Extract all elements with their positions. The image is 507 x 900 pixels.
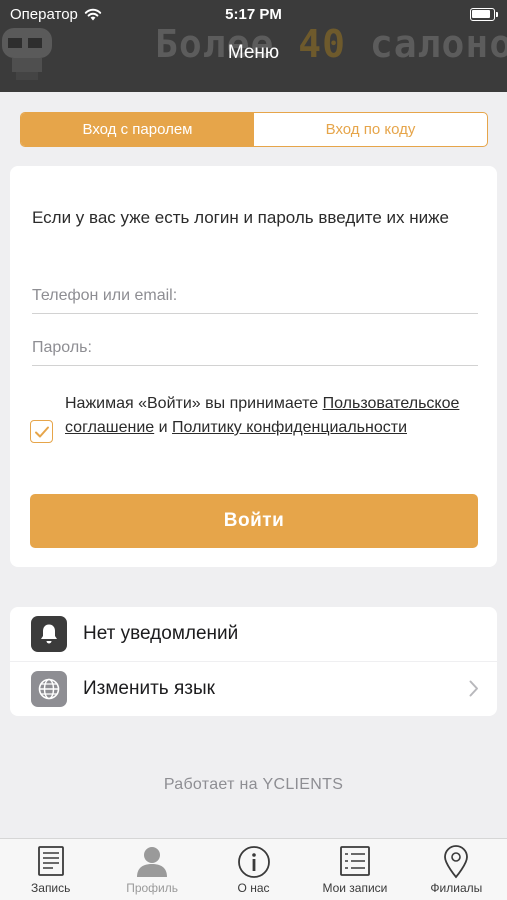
login-button[interactable]: Войти (30, 494, 478, 548)
status-bar: Оператор 5:17 PM (0, 0, 507, 28)
notifications-label: Нет уведомлений (83, 623, 239, 644)
list-icon (340, 846, 370, 876)
privacy-policy-link[interactable]: Политику конфиденциальности (172, 419, 407, 436)
login-method-tabs: Вход с паролем Вход по коду (20, 112, 488, 147)
agreement-checkbox[interactable] (30, 420, 53, 443)
tab-about[interactable]: О нас (203, 839, 304, 900)
password-input[interactable] (32, 326, 478, 365)
tab-code-login[interactable]: Вход по коду (254, 113, 487, 146)
bell-icon-badge (31, 616, 67, 652)
info-icon (237, 846, 270, 878)
bell-icon (41, 624, 57, 644)
checkmark-icon (34, 426, 49, 437)
header-banner: Более 40 салонов в Р Оператор 5:17 PM Ме… (0, 0, 507, 92)
login-intro-text: Если у вас уже есть логин и пароль введи… (32, 208, 449, 227)
document-icon (37, 846, 64, 876)
battery-icon (470, 8, 498, 21)
location-pin-icon (444, 845, 469, 879)
change-language-label: Изменить язык (83, 678, 215, 699)
login-card: Если у вас уже есть логин и пароль введи… (10, 166, 497, 567)
powered-by-text: Работает на YCLIENTS (163, 776, 344, 793)
tab-booking[interactable]: Запись (0, 839, 101, 900)
phone-email-input[interactable] (32, 274, 478, 313)
globe-icon-badge (31, 671, 67, 707)
bottom-tab-bar: Запись Профиль О нас Мои записи Филиалы (0, 838, 507, 900)
globe-icon (38, 678, 60, 700)
chevron-right-icon (469, 680, 478, 697)
tab-branches[interactable]: Филиалы (406, 839, 507, 900)
tab-branches-label: Филиалы (430, 881, 483, 895)
tab-my-bookings-label: Мои записи (322, 881, 388, 895)
password-field[interactable] (32, 326, 478, 366)
tab-password-login[interactable]: Вход с паролем (21, 113, 254, 146)
change-language-row[interactable]: Изменить язык (10, 662, 497, 716)
agreement-text: Нажимая «Войти» вы принимаете Пользовате… (65, 395, 460, 436)
tab-profile-label: Профиль (126, 881, 179, 895)
status-time: 5:17 PM (225, 6, 282, 23)
phone-email-field[interactable] (32, 274, 478, 314)
person-icon (137, 847, 168, 877)
tab-my-bookings[interactable]: Мои записи (304, 839, 405, 900)
tab-about-label: О нас (237, 881, 270, 895)
notifications-row[interactable]: Нет уведомлений (10, 607, 497, 661)
tab-booking-label: Запись (31, 881, 71, 895)
page-title: Меню (227, 42, 280, 63)
tab-profile[interactable]: Профиль (101, 839, 202, 900)
